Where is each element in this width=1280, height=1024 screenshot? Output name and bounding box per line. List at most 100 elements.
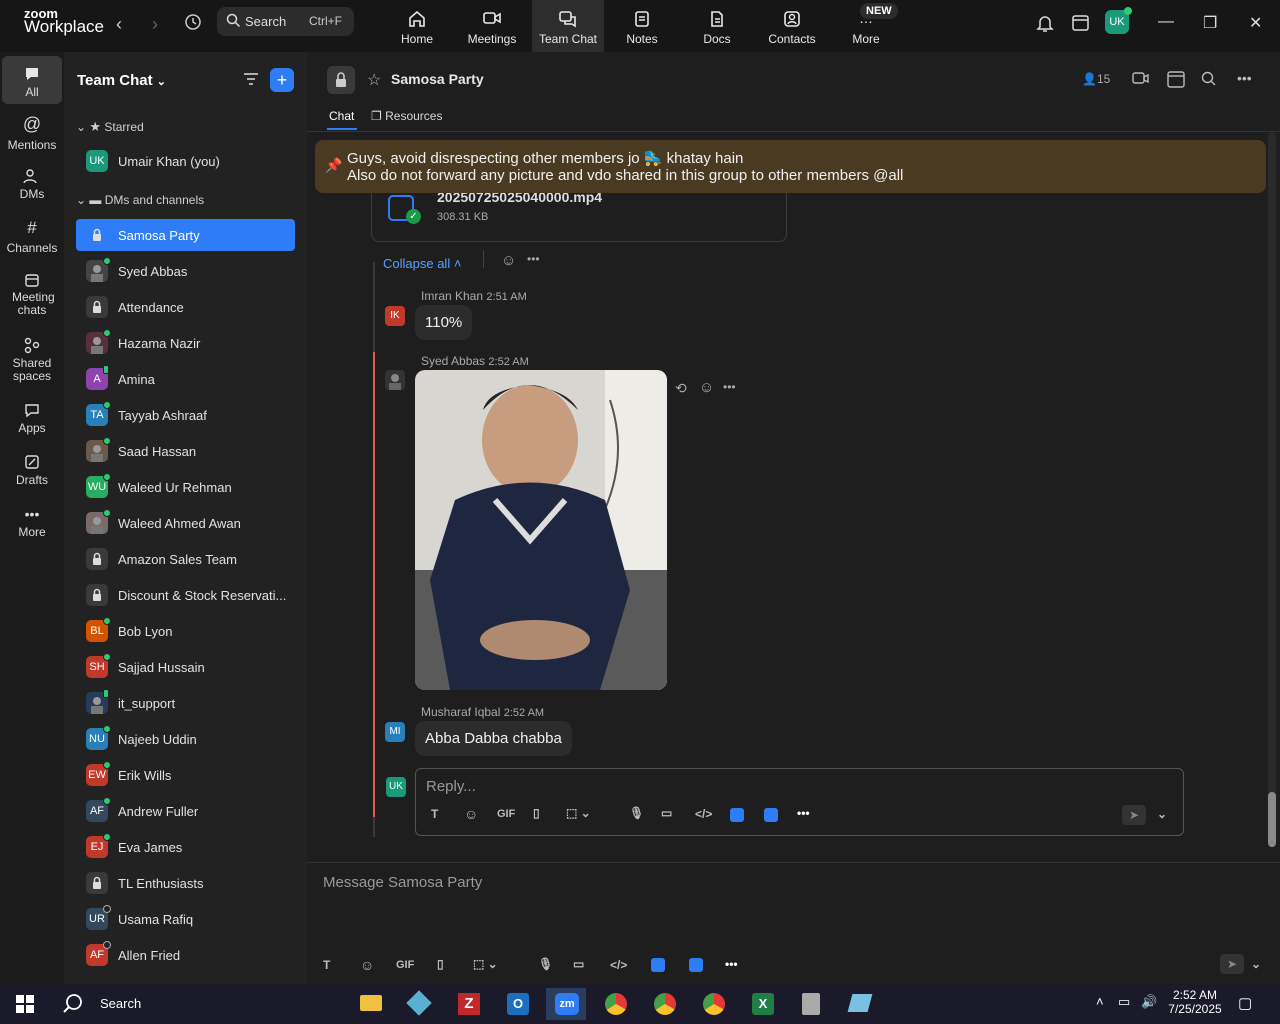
rail-all[interactable]: All	[2, 56, 62, 104]
sidebar-item[interactable]: UR Usama Rafiq	[76, 903, 295, 935]
zoom-icon[interactable]: zm	[546, 988, 586, 1020]
sidebar-item[interactable]: TA Tayyab Ashraaf	[76, 399, 295, 431]
rail-apps[interactable]: Apps	[2, 402, 62, 435]
video-message-icon[interactable]: ▭	[661, 806, 672, 820]
scrollbar-thumb[interactable]	[1268, 792, 1276, 847]
tab-resources[interactable]: ❐ Resources	[371, 109, 442, 123]
more-options-icon[interactable]: •••	[723, 380, 736, 394]
chrome-icon[interactable]	[644, 988, 684, 1020]
notification-bell-icon[interactable]	[1036, 13, 1054, 38]
starred-section-header[interactable]: ⌄ ★ Starred	[76, 119, 144, 135]
gif-icon[interactable]: GIF	[396, 959, 414, 971]
sidebar-title[interactable]: Team Chat ⌄	[77, 72, 166, 89]
app-icon[interactable]	[399, 988, 439, 1020]
code-snippet-icon[interactable]: </>	[610, 958, 627, 972]
sidebar-item[interactable]: Attendance	[76, 291, 295, 323]
sidebar-item[interactable]: BL Bob Lyon	[76, 615, 295, 647]
sidebar-item[interactable]: it_support	[76, 687, 295, 719]
volume-icon[interactable]: 🔊	[1141, 994, 1157, 1010]
sidebar-item[interactable]: SH Sajjad Hussain	[76, 651, 295, 683]
search-icon[interactable]	[62, 993, 84, 1020]
scrollbar-track[interactable]	[1268, 132, 1276, 847]
screenshot-icon[interactable]: ⬚ ⌄	[473, 957, 498, 971]
app-icon[interactable]	[840, 988, 880, 1020]
rail-channels[interactable]: # Channels	[2, 218, 62, 255]
excel-icon[interactable]: X	[742, 988, 782, 1020]
microphone-icon[interactable]: 🎙	[629, 806, 644, 820]
text-format-icon[interactable]: T	[431, 807, 438, 821]
sidebar-item[interactable]: Waleed Ahmed Awan	[76, 507, 295, 539]
tab-team-chat[interactable]: Team Chat	[532, 0, 604, 52]
tab-chat[interactable]: Chat	[329, 109, 354, 123]
pinned-message-banner[interactable]: 📌 Guys, avoid disrespecting other member…	[315, 140, 1266, 193]
avatar[interactable]	[385, 370, 405, 390]
more-options-icon[interactable]: •••	[1237, 70, 1252, 86]
calendar-icon[interactable]	[1071, 13, 1090, 37]
windows-start-icon[interactable]	[16, 995, 34, 1018]
sidebar-item[interactable]: AF Andrew Fuller	[76, 795, 295, 827]
channel-title[interactable]: Samosa Party	[391, 71, 484, 87]
new-chat-button[interactable]: +	[270, 68, 294, 92]
app-icon[interactable]	[689, 958, 703, 972]
emoji-reaction-icon[interactable]: ☺	[699, 379, 714, 396]
rail-dms[interactable]: DMs	[2, 168, 62, 201]
clock[interactable]: 2:52 AM 7/25/2025	[1160, 988, 1230, 1016]
tab-contacts[interactable]: Contacts	[756, 0, 828, 52]
reply-input[interactable]: Reply... T ☺ GIF ▯ ⬚ ⌄ 🎙 ▭ </> ••• ➤ ⌄	[415, 768, 1184, 836]
chevron-down-icon[interactable]: ⌄	[1251, 957, 1261, 971]
chevron-up-icon[interactable]: ˄	[1096, 994, 1104, 1009]
sidebar-item[interactable]: EW Erik Wills	[76, 759, 295, 791]
message-input[interactable]: Message Samosa Party	[323, 874, 482, 891]
more-options-icon[interactable]: •••	[725, 957, 738, 971]
taskbar-search-label[interactable]: Search	[100, 996, 141, 1011]
sidebar-item[interactable]: A Amina	[76, 363, 295, 395]
more-options-icon[interactable]: •••	[527, 252, 540, 266]
close-icon[interactable]: ✕	[1249, 13, 1262, 33]
emoji-icon[interactable]: ☺	[360, 957, 374, 973]
chrome-icon[interactable]	[693, 988, 733, 1020]
shared-photo[interactable]	[415, 370, 667, 690]
more-options-icon[interactable]: •••	[797, 806, 810, 820]
gif-icon[interactable]: GIF	[497, 808, 515, 820]
sidebar-item[interactable]: TL Enthusiasts	[76, 867, 295, 899]
chrome-icon[interactable]	[595, 988, 635, 1020]
minimize-icon[interactable]: —	[1158, 13, 1174, 31]
network-icon[interactable]: ▭	[1118, 994, 1130, 1010]
sidebar-item[interactable]: Discount & Stock Reservati...	[76, 579, 295, 611]
send-icon[interactable]: ➤	[1122, 805, 1146, 825]
tab-docs[interactable]: Docs	[681, 0, 753, 52]
rail-meeting-chats[interactable]: Meeting chats	[2, 272, 62, 317]
rail-shared-spaces[interactable]: Shared spaces	[2, 336, 62, 383]
restore-icon[interactable]: ❐	[1203, 13, 1217, 33]
search-icon[interactable]	[1201, 71, 1217, 92]
collapse-all-button[interactable]: Collapse all ˄	[383, 256, 461, 271]
sidebar-item[interactable]: Hazama Nazir	[76, 327, 295, 359]
file-explorer-icon[interactable]	[350, 988, 390, 1020]
history-icon[interactable]	[184, 13, 202, 36]
screenshot-icon[interactable]: ⬚ ⌄	[566, 806, 591, 820]
sidebar-item[interactable]: NU Najeeb Uddin	[76, 723, 295, 755]
app-icon[interactable]	[730, 808, 744, 822]
back-arrow-icon[interactable]: ‹	[116, 14, 122, 35]
calendar-icon[interactable]	[1167, 70, 1185, 93]
tab-home[interactable]: Home	[381, 0, 453, 52]
emoji-icon[interactable]: ☺	[464, 806, 478, 822]
sidebar-item-umair-khan[interactable]: UK Umair Khan (you)	[76, 145, 295, 177]
file-icon[interactable]: ▯	[533, 806, 540, 820]
dms-section-header[interactable]: ⌄ ▬ DMs and channels	[76, 193, 204, 207]
file-icon[interactable]: ▯	[437, 957, 444, 971]
filter-icon[interactable]	[243, 72, 259, 91]
avatar[interactable]: IK	[385, 306, 405, 326]
sidebar-item[interactable]: AF Allen Fried	[76, 939, 295, 971]
rail-more[interactable]: ••• More	[2, 506, 62, 539]
sidebar-item[interactable]: Samosa Party	[76, 219, 295, 251]
sidebar-item[interactable]: EJ Eva James	[76, 831, 295, 863]
tab-notes[interactable]: Notes	[606, 0, 678, 52]
star-icon[interactable]: ☆	[367, 70, 381, 90]
forward-arrow-icon[interactable]: ›	[152, 14, 158, 35]
emoji-reaction-icon[interactable]: ☺	[501, 252, 516, 269]
microphone-icon[interactable]: 🎙	[538, 957, 553, 971]
video-message-icon[interactable]: ▭	[573, 957, 584, 971]
rail-mentions[interactable]: @ Mentions	[2, 114, 62, 152]
notifications-icon[interactable]: ▢	[1238, 994, 1252, 1012]
